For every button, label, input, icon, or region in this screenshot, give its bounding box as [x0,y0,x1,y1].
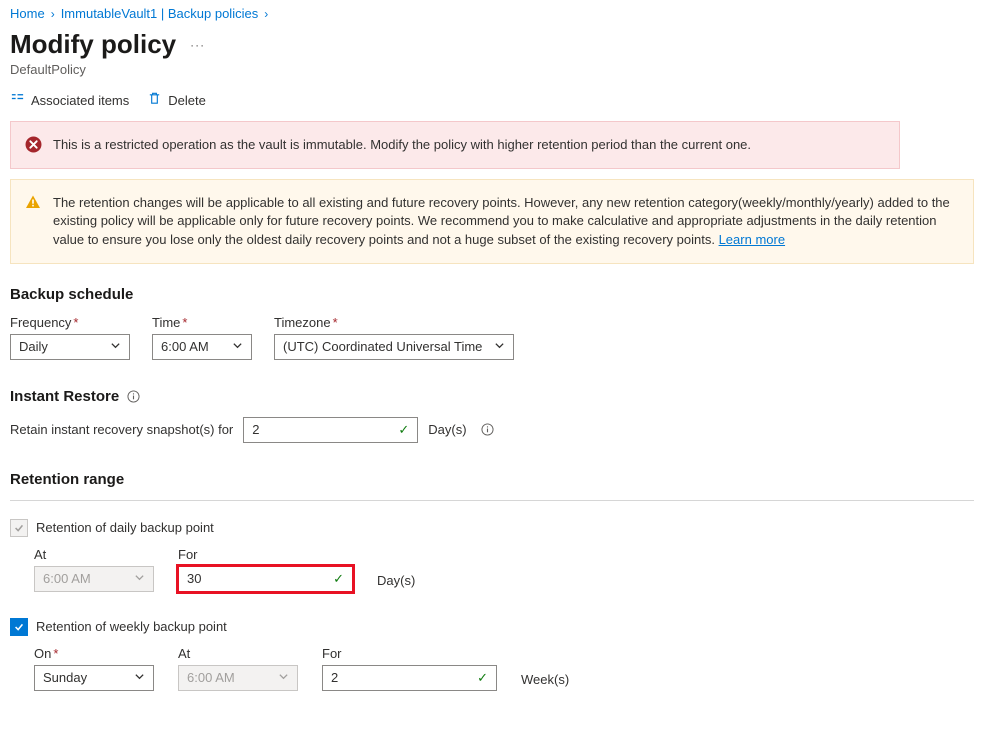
error-banner: This is a restricted operation as the va… [10,121,900,169]
time-select[interactable]: 6:00 AM [152,334,252,360]
checkmark-icon: ✓ [398,422,409,438]
info-icon[interactable] [127,390,140,403]
breadcrumb-vault[interactable]: ImmutableVault1 | Backup policies [61,6,259,21]
checkmark-icon: ✓ [333,571,344,587]
weekly-for-unit: Week(s) [521,672,569,691]
chevron-down-icon [494,339,505,354]
timezone-label: Timezone* [274,315,514,330]
weekly-on-select[interactable]: Sunday [34,665,154,691]
frequency-label: Frequency* [10,315,130,330]
page-title: Modify policy [10,29,176,60]
associated-items-label: Associated items [31,93,129,108]
warning-icon [25,194,43,249]
toolbar: Associated items Delete [10,91,974,109]
time-label: Time* [152,315,252,330]
weekly-retention-label: Retention of weekly backup point [36,619,227,634]
warning-banner-text: The retention changes will be applicable… [53,194,959,249]
instant-restore-input[interactable]: ✓ [243,417,418,443]
learn-more-link[interactable]: Learn more [719,232,785,247]
list-icon [10,91,25,109]
chevron-right-icon: › [264,7,268,21]
weekly-on-label: On* [34,646,154,661]
daily-for-input[interactable]: ✓ [178,566,353,592]
chevron-down-icon [232,339,243,354]
checkmark-icon: ✓ [477,670,488,686]
info-icon[interactable] [481,423,494,436]
more-actions-button[interactable]: ··· [190,38,205,52]
page-subtitle: DefaultPolicy [10,62,974,77]
chevron-down-icon [278,670,289,685]
daily-at-select: 6:00 AM [34,566,154,592]
breadcrumb-home[interactable]: Home [10,6,45,21]
daily-retention-checkbox [10,519,28,537]
instant-restore-heading: Instant Restore [10,388,974,405]
daily-for-label: For [178,547,353,562]
retention-range-heading: Retention range [10,471,974,488]
chevron-down-icon [110,339,121,354]
instant-restore-unit: Day(s) [428,422,466,437]
weekly-at-label: At [178,646,298,661]
weekly-for-label: For [322,646,497,661]
timezone-select[interactable]: (UTC) Coordinated Universal Time [274,334,514,360]
breadcrumb: Home › ImmutableVault1 | Backup policies… [10,0,974,25]
chevron-down-icon [134,670,145,685]
warning-banner: The retention changes will be applicable… [10,179,974,264]
delete-label: Delete [168,93,206,108]
weekly-at-select: 6:00 AM [178,665,298,691]
frequency-select[interactable]: Daily [10,334,130,360]
weekly-retention-checkbox[interactable] [10,618,28,636]
backup-schedule-heading: Backup schedule [10,286,974,303]
trash-icon [147,91,162,109]
associated-items-button[interactable]: Associated items [10,91,129,109]
chevron-down-icon [134,571,145,586]
daily-at-label: At [34,547,154,562]
error-banner-text: This is a restricted operation as the va… [53,136,885,154]
error-icon [25,136,43,154]
daily-retention-label: Retention of daily backup point [36,520,214,535]
chevron-right-icon: › [51,7,55,21]
daily-for-unit: Day(s) [377,573,415,592]
weekly-for-input[interactable]: ✓ [322,665,497,691]
instant-restore-label: Retain instant recovery snapshot(s) for [10,422,233,437]
delete-button[interactable]: Delete [147,91,206,109]
